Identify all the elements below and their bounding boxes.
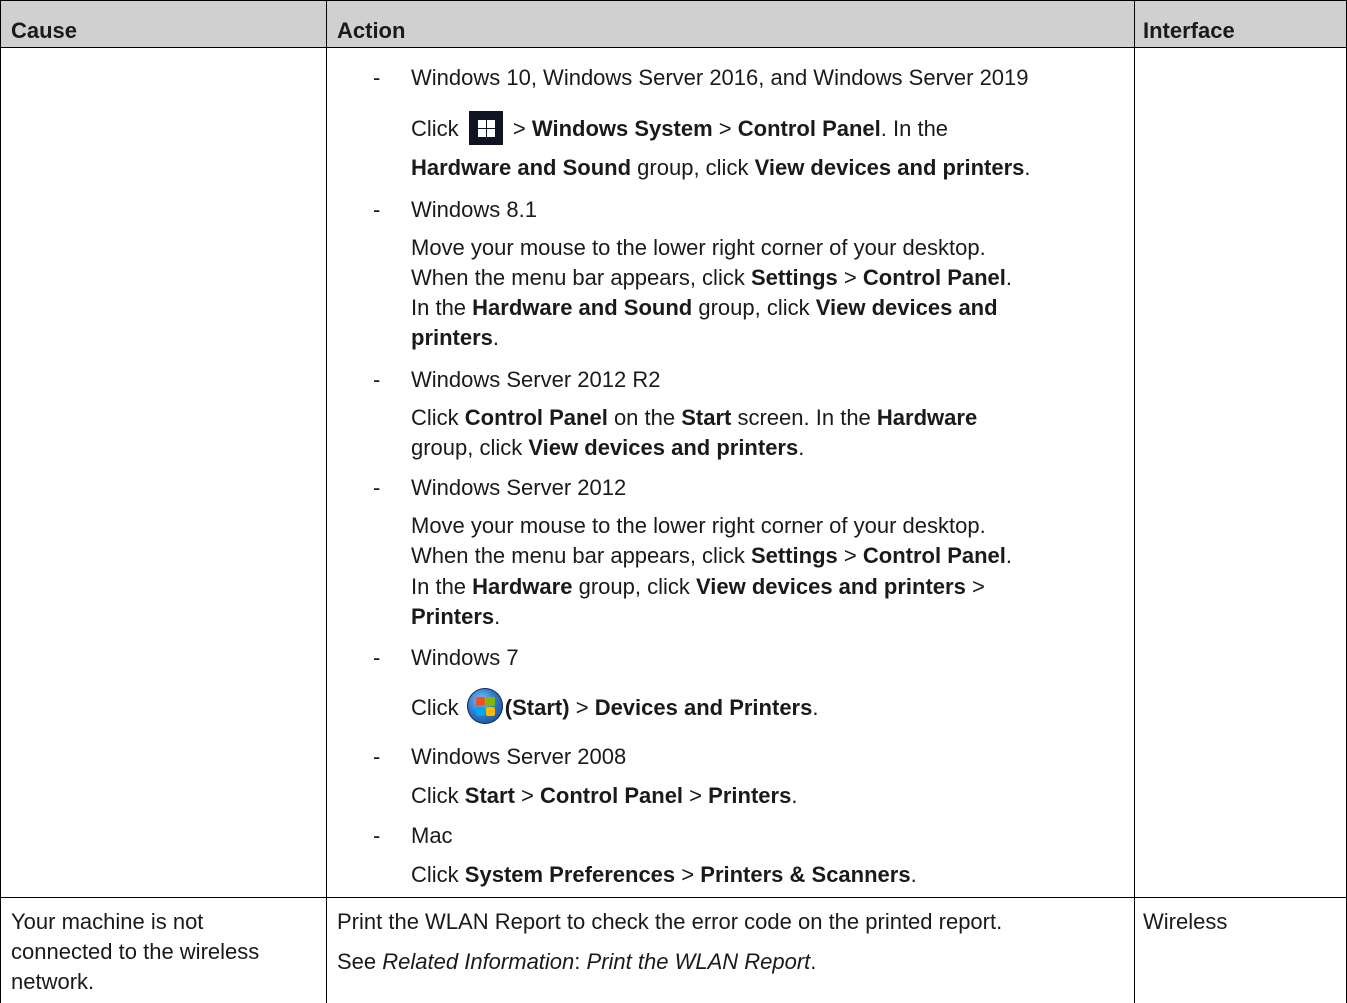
cause-text: Your machine is not bbox=[11, 909, 204, 934]
windows7-orb-icon bbox=[466, 688, 503, 724]
cause-text: network. bbox=[11, 969, 95, 994]
troubleshooting-table: Cause Action Interface - Windows 10, Win… bbox=[0, 0, 1347, 1003]
os-item-title: Windows Server 2012 R2 bbox=[411, 367, 661, 392]
instruction-line: Move your mouse to the lower right corne… bbox=[411, 513, 986, 538]
instruction-line: Move your mouse to the lower right corne… bbox=[411, 235, 986, 260]
cause-text: connected to the wireless bbox=[11, 939, 260, 964]
os-item-title: Windows 7 bbox=[411, 645, 519, 670]
os-item-title: Windows Server 2012 bbox=[411, 475, 627, 500]
column-divider bbox=[1134, 1, 1135, 1003]
list-bullet: - bbox=[373, 197, 381, 222]
instruction-line: Click > Windows System > Control Panel. … bbox=[411, 111, 948, 147]
instruction-line: Click Control Panel on the Start screen.… bbox=[411, 405, 978, 430]
header-action: Action bbox=[337, 18, 406, 43]
os-item-title: Mac bbox=[411, 823, 453, 848]
list-bullet: - bbox=[373, 367, 381, 392]
column-divider bbox=[326, 1, 327, 1003]
os-item-title: Windows 10, Windows Server 2016, and Win… bbox=[411, 65, 1029, 90]
instruction-line: printers. bbox=[411, 325, 500, 350]
list-bullet: - bbox=[373, 823, 381, 848]
instruction-line: When the menu bar appears, click Setting… bbox=[411, 265, 1013, 290]
instruction-line: When the menu bar appears, click Setting… bbox=[411, 543, 1013, 568]
instruction-line: Click System Preferences > Printers & Sc… bbox=[411, 862, 917, 887]
instruction-line: In the Hardware and Sound group, click V… bbox=[411, 295, 998, 320]
instruction-line: Printers. bbox=[411, 604, 501, 629]
list-bullet: - bbox=[373, 65, 381, 90]
list-bullet: - bbox=[373, 744, 381, 769]
row-divider bbox=[1, 897, 1346, 898]
interface-text: Wireless bbox=[1143, 909, 1228, 934]
header-cause: Cause bbox=[11, 18, 78, 43]
instruction-line: Click (Start) > Devices and Printers. bbox=[411, 688, 818, 727]
action-text: Print the WLAN Report to check the error… bbox=[337, 909, 1003, 934]
os-item-title: Windows Server 2008 bbox=[411, 744, 627, 769]
list-bullet: - bbox=[373, 645, 381, 670]
related-information-line: See Related Information: Print the WLAN … bbox=[337, 949, 817, 974]
windows-logo-icon bbox=[468, 111, 503, 145]
instruction-line: In the Hardware group, click View device… bbox=[411, 574, 985, 599]
instruction-line: Click Start > Control Panel > Printers. bbox=[411, 783, 798, 808]
instruction-line: group, click View devices and printers. bbox=[411, 435, 805, 460]
header-interface: Interface bbox=[1143, 18, 1235, 43]
os-item-title: Windows 8.1 bbox=[411, 197, 537, 222]
list-bullet: - bbox=[373, 475, 381, 500]
print-wlan-report-link[interactable]: Print the WLAN Report bbox=[587, 949, 811, 974]
instruction-line: Hardware and Sound group, click View dev… bbox=[411, 155, 1031, 180]
